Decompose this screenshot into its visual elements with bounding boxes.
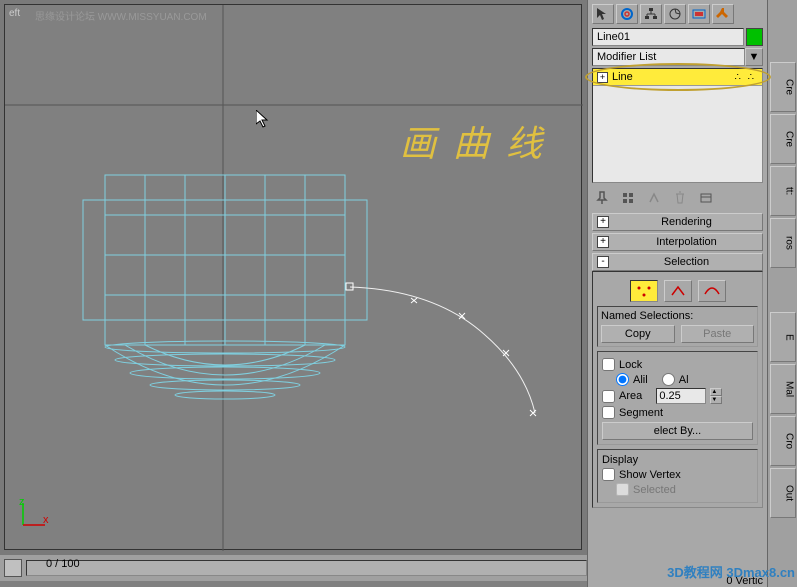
- side-tab[interactable]: tt:: [770, 166, 796, 216]
- pin-stack-icon[interactable]: [592, 189, 612, 207]
- side-tab[interactable]: Mal: [770, 364, 796, 414]
- minus-icon: -: [597, 256, 609, 268]
- rollout-title: Selection: [615, 256, 758, 268]
- object-name-input[interactable]: [592, 28, 744, 46]
- select-tool-icon[interactable]: [592, 4, 614, 24]
- time-label: 0 / 100: [46, 558, 80, 570]
- side-tab[interactable]: Cre: [770, 114, 796, 164]
- stack-toolbar: [592, 187, 763, 209]
- vertex-subobj-icon[interactable]: [630, 280, 658, 302]
- viewport[interactable]: eft 思缘设计论坛 WWW.MISSYUAN.COM: [4, 4, 582, 550]
- show-end-result-icon[interactable]: [618, 189, 638, 207]
- expand-icon[interactable]: +: [597, 72, 608, 83]
- named-selections-label: Named Selections:: [601, 310, 754, 322]
- wireframe-model: [5, 5, 583, 551]
- show-vertex-label: Show Vertex: [619, 469, 681, 481]
- cursor-icon: [256, 110, 272, 130]
- lock-label: Lock: [619, 359, 642, 371]
- side-tabs: Cre Cre tt: ros E Mal Cro Out: [767, 0, 797, 587]
- stack-item-label: Line: [612, 71, 633, 83]
- spline-subobj-icon[interactable]: [698, 280, 726, 302]
- subobj-dots-icon: ∴ ∴: [734, 72, 756, 83]
- make-unique-icon[interactable]: [644, 189, 664, 207]
- named-selections-group: Named Selections: Copy Paste: [597, 306, 758, 347]
- rollout-rendering[interactable]: + Rendering: [592, 213, 763, 231]
- spinner-down-icon[interactable]: ▼: [710, 396, 722, 404]
- remove-modifier-icon[interactable]: [670, 189, 690, 207]
- selected-label: Selected: [633, 484, 676, 496]
- display-group-label: Display: [602, 454, 753, 466]
- segment-subobj-icon[interactable]: [664, 280, 692, 302]
- axis-gizmo: z x: [19, 499, 49, 529]
- dropdown-arrow-icon[interactable]: ▼: [745, 48, 763, 66]
- svg-text:x: x: [43, 514, 49, 526]
- time-track[interactable]: [26, 560, 587, 576]
- side-tab[interactable]: ros: [770, 218, 796, 268]
- area-checkbox[interactable]: [602, 390, 615, 403]
- rollout-title: Interpolation: [615, 236, 758, 248]
- selected-checkbox: [616, 483, 629, 496]
- timeline[interactable]: 0 / 100: [0, 555, 587, 581]
- show-vertex-checkbox[interactable]: [602, 468, 615, 481]
- time-slider-handle[interactable]: [4, 559, 22, 577]
- area-spinner[interactable]: [656, 388, 706, 404]
- paste-button[interactable]: Paste: [681, 325, 755, 343]
- svg-text:z: z: [19, 499, 25, 508]
- select-by-button[interactable]: elect By...: [602, 422, 753, 440]
- stack-item-line[interactable]: + Line ∴ ∴: [593, 69, 762, 86]
- modifier-list-dropdown[interactable]: [592, 48, 745, 66]
- side-tab[interactable]: Out: [770, 468, 796, 518]
- create-tab-icon[interactable]: [616, 4, 638, 24]
- object-color-swatch[interactable]: [746, 28, 763, 46]
- segment-checkbox[interactable]: [602, 406, 615, 419]
- plus-icon: +: [597, 236, 609, 248]
- modifier-stack[interactable]: + Line ∴ ∴: [592, 68, 763, 183]
- alil-label: Alil: [633, 374, 648, 386]
- al-radio[interactable]: [662, 373, 675, 386]
- rollout-interpolation[interactable]: + Interpolation: [592, 233, 763, 251]
- segment-label: Segment: [619, 407, 663, 419]
- watermark-bottom-right: 3D教程网 3Dmax8.cn: [667, 562, 795, 581]
- spinner-up-icon[interactable]: ▲: [710, 388, 722, 396]
- area-label: Area: [619, 390, 642, 402]
- motion-tab-icon[interactable]: [664, 4, 686, 24]
- rollout-title: Rendering: [615, 216, 758, 228]
- command-panel: ▼ + Line ∴ ∴ + Rendering +: [587, 0, 767, 587]
- plus-icon: +: [597, 216, 609, 228]
- utilities-tab-icon[interactable]: [712, 4, 734, 24]
- hierarchy-tab-icon[interactable]: [640, 4, 662, 24]
- side-tab[interactable]: Cro: [770, 416, 796, 466]
- alil-radio[interactable]: [616, 373, 629, 386]
- rollout-selection[interactable]: - Selection: [592, 253, 763, 271]
- copy-button[interactable]: Copy: [601, 325, 675, 343]
- configure-sets-icon[interactable]: [696, 189, 716, 207]
- command-panel-tabs: [590, 2, 765, 26]
- lock-checkbox[interactable]: [602, 358, 615, 371]
- display-tab-icon[interactable]: [688, 4, 710, 24]
- side-tab[interactable]: Cre: [770, 62, 796, 112]
- annotation-text: 画 曲 线: [400, 115, 546, 167]
- side-tab[interactable]: E: [770, 312, 796, 362]
- al-label: Al: [679, 374, 689, 386]
